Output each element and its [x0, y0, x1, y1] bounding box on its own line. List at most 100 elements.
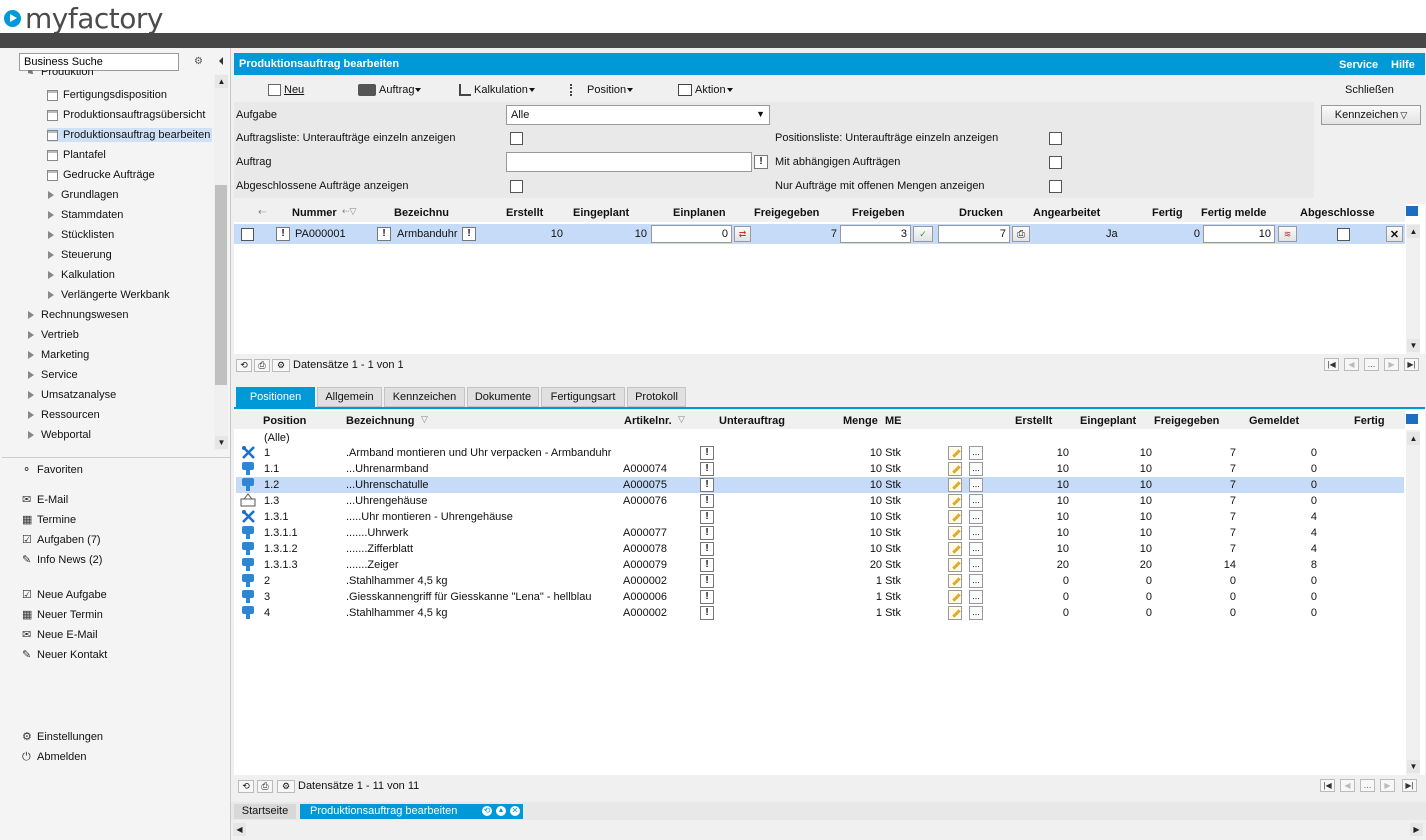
col-pos-freigegeben[interactable]: Freigegeben	[1154, 415, 1219, 427]
pencil-icon[interactable]	[948, 558, 962, 572]
positions-scrollbar[interactable]	[1406, 430, 1420, 775]
pencil-icon[interactable]	[948, 542, 962, 556]
more-button[interactable]: ...	[969, 446, 983, 460]
tree-group-1[interactable]: Stammdaten	[48, 208, 123, 222]
neu-button[interactable]: Neu	[268, 84, 304, 96]
scroll-down-icon[interactable]: ▼	[215, 436, 228, 449]
position-row[interactable]: 3 .Giesskannengriff für Giesskanne "Lena…	[236, 589, 1404, 605]
logout-link[interactable]: ⏻ Abmelden	[22, 751, 87, 763]
col-freigeben[interactable]: Freigeben	[852, 207, 905, 219]
position-row[interactable]: 1.3.1.3 .......Zeiger A000079 ! 20 Stk .…	[236, 557, 1404, 573]
auftrag-input[interactable]	[506, 152, 752, 172]
col-pos-bezeichnung[interactable]: Bezeichnung	[346, 415, 414, 427]
settings-icon[interactable]: ⚙	[272, 359, 290, 372]
sidebar-link-1[interactable]: ▦ Termine	[22, 514, 76, 526]
tree-group-5[interactable]: Verlängerte Werkbank	[48, 288, 170, 302]
sidebar-new-link-0[interactable]: ☑ Neue Aufgabe	[22, 589, 107, 601]
tree-item-3[interactable]: Plantafel	[47, 148, 108, 162]
col-pos-eingeplant[interactable]: Eingeplant	[1080, 415, 1136, 427]
more-button[interactable]: ...	[969, 606, 983, 620]
col-drucken[interactable]: Drucken	[959, 207, 1003, 219]
col-fertig-melden[interactable]: Fertig melde	[1201, 207, 1273, 219]
offen-checkbox[interactable]	[1049, 180, 1062, 193]
tree-item-4[interactable]: Gedrucke Aufträge	[47, 168, 157, 182]
last-page-icon[interactable]: ▶|	[1402, 779, 1417, 792]
print-icon[interactable]: ⎙	[1012, 226, 1030, 242]
service-link[interactable]: Service	[1339, 59, 1378, 71]
col-erstellt[interactable]: Erstellt	[506, 207, 543, 219]
tab-2[interactable]: Kennzeichen	[384, 387, 465, 407]
scroll-right-icon[interactable]: ▶	[1410, 823, 1423, 836]
scroll-down-icon[interactable]: ▼	[1407, 760, 1420, 773]
refresh-icon[interactable]: ⟲	[236, 359, 252, 372]
fertig-melden-action-icon[interactable]: ≋	[1278, 226, 1297, 242]
filter-icon[interactable]: ▽	[421, 414, 428, 425]
orders-scrollbar[interactable]	[1406, 224, 1420, 354]
tab-4[interactable]: Fertigungsart	[541, 387, 625, 407]
col-abgeschlossen[interactable]: Abgeschlosse	[1300, 207, 1380, 219]
positions-all-filter[interactable]: (Alle)	[264, 432, 290, 444]
collapse-panel-icon[interactable]	[219, 57, 223, 65]
pencil-icon[interactable]	[948, 526, 962, 540]
tree-topgroup-1[interactable]: Vertrieb	[28, 328, 79, 342]
col-nummer[interactable]: Nummer	[292, 207, 337, 219]
position-row[interactable]: 1.1 ...Uhrenarmband A000074 ! 10 Stk ...…	[236, 461, 1404, 477]
tree-item-0[interactable]: Fertigungsdisposition	[47, 88, 169, 102]
bottom-tab-startseite[interactable]: Startseite	[234, 804, 296, 819]
pos-exclaim-button[interactable]: !	[700, 590, 714, 604]
col-angearbeitet[interactable]: Angearbeitet	[1033, 207, 1100, 219]
col-einplanen[interactable]: Einplanen	[673, 207, 726, 219]
order-row-checkbox[interactable]	[241, 228, 254, 241]
sidebar-link-0[interactable]: ✉ E-Mail	[22, 494, 68, 506]
tree-scroll-thumb[interactable]	[215, 185, 227, 385]
tab-3[interactable]: Dokumente	[467, 387, 539, 407]
order-exclaim-button-2[interactable]: !	[377, 227, 391, 241]
more-button[interactable]: ...	[969, 542, 983, 556]
position-row[interactable]: 1.3.1.1 .......Uhrwerk A000077 ! 10 Stk …	[236, 525, 1404, 541]
print-icon[interactable]: ⎙	[257, 780, 273, 793]
drucken-input[interactable]: 7	[938, 225, 1010, 243]
more-button[interactable]: ...	[969, 478, 983, 492]
abhaengig-checkbox[interactable]	[1049, 156, 1062, 169]
close-tab-icon[interactable]: ✕	[510, 806, 520, 816]
first-page-icon[interactable]: |◀	[1320, 779, 1335, 792]
prev-page-icon[interactable]: ◀	[1340, 779, 1355, 792]
position-row[interactable]: 1.3 ...Uhrengehäuse A000076 ! 10 Stk ...…	[236, 493, 1404, 509]
sort-icon[interactable]: ⇠▽	[342, 206, 356, 217]
tree-topgroup-6[interactable]: Webportal	[28, 428, 91, 442]
col-pos-gemeldet[interactable]: Gemeldet	[1249, 415, 1299, 427]
more-button[interactable]: ...	[969, 494, 983, 508]
kennzeichen-button[interactable]: Kennzeichen ▽	[1321, 105, 1421, 125]
position-row[interactable]: 1.3.1.2 .......Zifferblatt A000078 ! 10 …	[236, 541, 1404, 557]
tab-0[interactable]: Positionen	[236, 387, 315, 407]
order-exclaim-button-3[interactable]: !	[462, 227, 476, 241]
col-freigegeben[interactable]: Freigegeben	[754, 207, 819, 219]
more-pages-icon[interactable]: …	[1360, 779, 1375, 792]
more-button[interactable]: ...	[969, 574, 983, 588]
more-button[interactable]: ...	[969, 510, 983, 524]
sidebar-new-link-2[interactable]: ✉ Neue E-Mail	[22, 629, 98, 641]
settings-icon[interactable]: ⚙	[277, 780, 295, 793]
pos-exclaim-button[interactable]: !	[700, 574, 714, 588]
tree-group-0[interactable]: Grundlagen	[48, 188, 119, 202]
scroll-up-icon[interactable]: ▲	[215, 75, 228, 88]
close-order-icon[interactable]: ✕	[1386, 226, 1403, 242]
help-link[interactable]: Hilfe	[1391, 59, 1415, 71]
freigeben-action-icon[interactable]: ✓	[913, 226, 933, 242]
position-row[interactable]: 1.3.1 .....Uhr montieren - Uhrengehäuse …	[236, 509, 1404, 525]
pencil-icon[interactable]	[948, 462, 962, 476]
pencil-icon[interactable]	[948, 606, 962, 620]
sort-icon[interactable]: ⇠	[258, 207, 266, 218]
filter-icon[interactable]: ▽	[678, 414, 685, 425]
auftrag-exclaim-button[interactable]: !	[754, 155, 768, 169]
tree-item-1[interactable]: Produktionsauftragsübersicht	[47, 108, 207, 122]
freigeben-input[interactable]: 3	[840, 225, 911, 243]
position-row[interactable]: 4 .Stahlhammer 4,5 kg A000002 ! 1 Stk ..…	[236, 605, 1404, 621]
auftragsliste-checkbox[interactable]	[510, 132, 523, 145]
col-artikelnr[interactable]: Artikelnr.	[624, 415, 672, 427]
col-unterauftrag[interactable]: Unterauftrag	[719, 415, 785, 427]
sidebar-link-3[interactable]: ✎ Info News (2)	[22, 554, 102, 566]
pencil-icon[interactable]	[948, 590, 962, 604]
more-button[interactable]: ...	[969, 590, 983, 604]
position-row[interactable]: 1 .Armband montieren und Uhr verpacken -…	[236, 445, 1404, 461]
